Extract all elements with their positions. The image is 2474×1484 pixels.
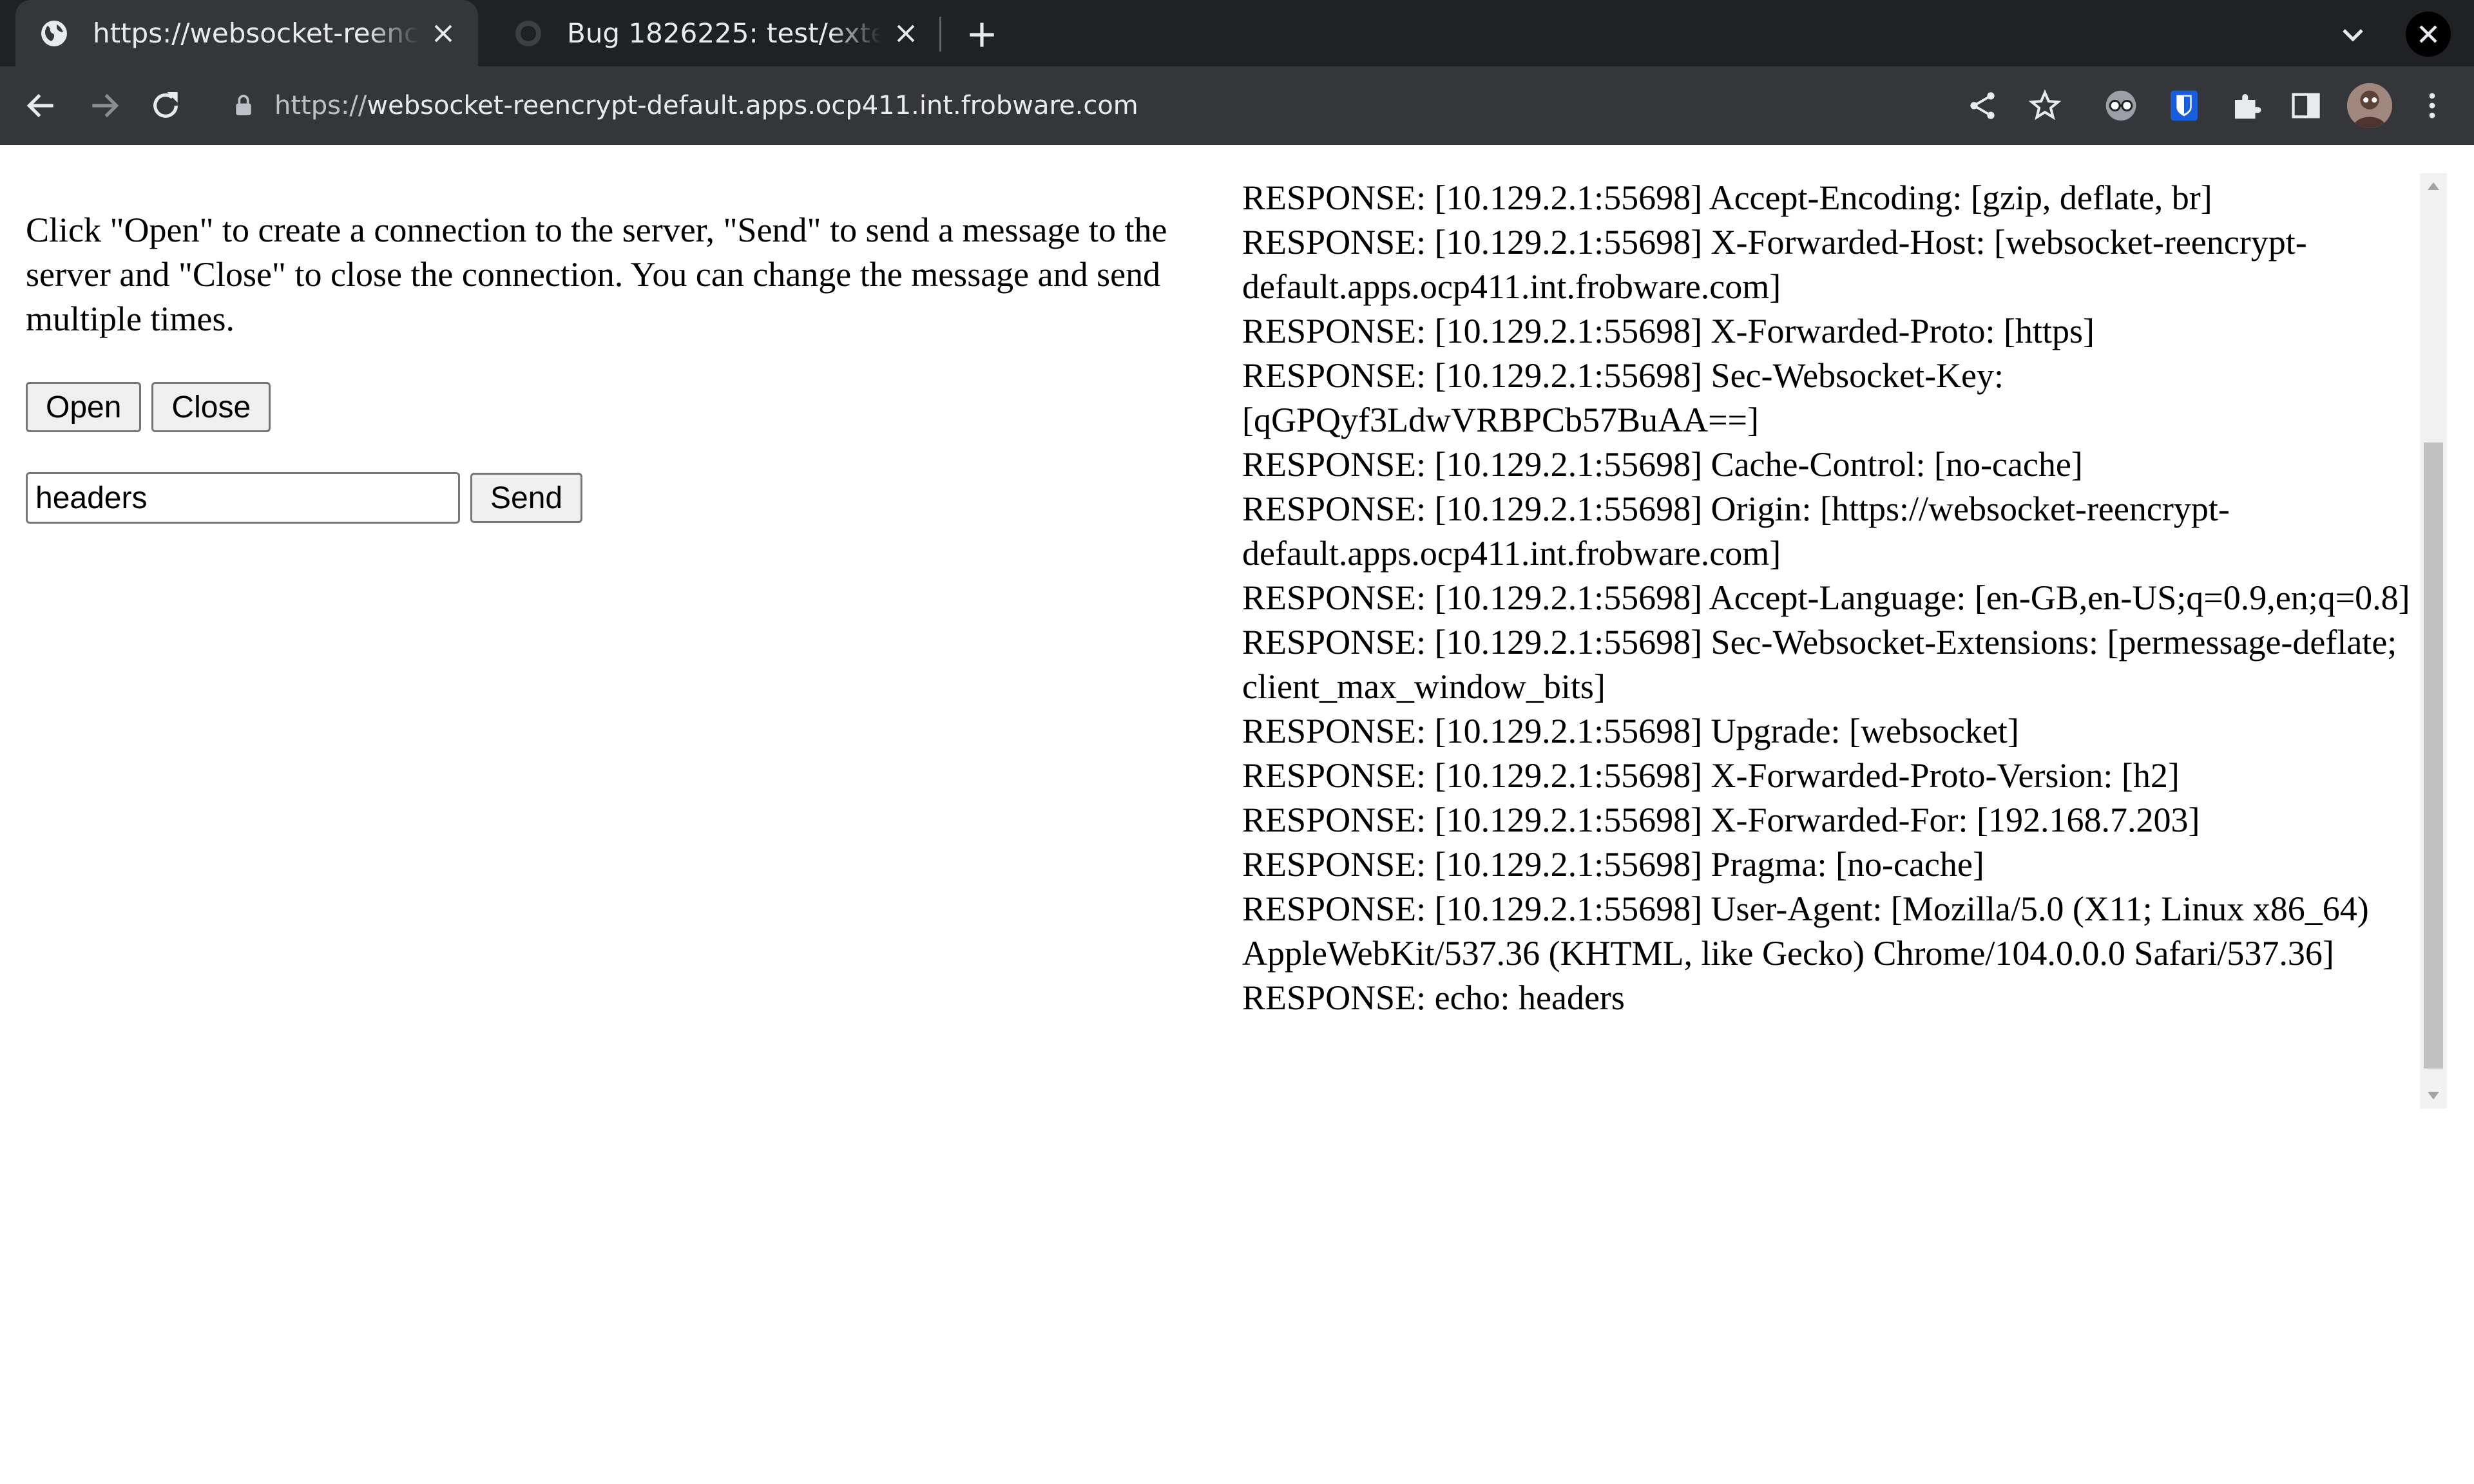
log-line: RESPONSE: [10.129.2.1:55698] Upgrade: [w…	[1242, 712, 2019, 750]
log-line: RESPONSE: [10.129.2.1:55698] User-Agent:…	[1242, 889, 2369, 973]
close-tab-icon[interactable]	[428, 18, 459, 49]
send-row: Send	[26, 472, 583, 524]
scroll-down-icon[interactable]	[2428, 1092, 2439, 1099]
tab-bug-report[interactable]: Bug 1826225: test/extended	[490, 0, 941, 66]
tab-websocket[interactable]: https://websocket-reencrypt	[15, 0, 478, 66]
scrollbar-thumb[interactable]	[2424, 442, 2443, 1069]
browser-chrome: https://websocket-reencrypt Bug 1826225:…	[0, 0, 2474, 145]
tab-separator	[939, 17, 941, 52]
close-tab-icon[interactable]	[890, 18, 921, 49]
extension-bitwarden-icon[interactable]	[2166, 88, 2202, 124]
side-panel-icon[interactable]	[2288, 88, 2324, 124]
url-host: websocket-reencrypt-default.apps.ocp411.…	[367, 91, 1138, 120]
log-line: RESPONSE: [10.129.2.1:55698] Accept-Enco…	[1242, 178, 2212, 217]
log-line: RESPONSE: [10.129.2.1:55698] Sec-Websock…	[1242, 356, 2004, 439]
menu-kebab-icon[interactable]	[2414, 88, 2450, 124]
github-icon	[515, 20, 541, 46]
url-scheme: https://	[274, 91, 367, 120]
lock-icon[interactable]	[231, 93, 256, 119]
log-line: RESPONSE: echo: headers	[1242, 978, 1625, 1017]
open-button[interactable]: Open	[26, 382, 142, 432]
forward-icon[interactable]	[86, 88, 122, 124]
toolbar: https://websocket-reencrypt-default.apps…	[0, 66, 2474, 145]
reload-icon[interactable]	[148, 88, 184, 124]
output-log[interactable]: RESPONSE: [10.129.2.1:55698] Accept-Enco…	[1242, 176, 2421, 1107]
profile-avatar[interactable]	[2347, 83, 2392, 128]
log-line: RESPONSE: [10.129.2.1:55698] Pragma: [no…	[1242, 845, 1984, 884]
new-tab-icon[interactable]	[964, 17, 1000, 53]
tab-title: https://websocket-reencrypt	[93, 17, 419, 49]
log-line: RESPONSE: [10.129.2.1:55698] Cache-Contr…	[1242, 445, 2083, 484]
close-button[interactable]: Close	[151, 382, 271, 432]
extensions-puzzle-icon[interactable]	[2229, 88, 2265, 124]
share-icon[interactable]	[1964, 88, 2000, 124]
send-button[interactable]: Send	[470, 473, 583, 523]
connection-buttons: Open Close	[26, 382, 271, 432]
log-line: RESPONSE: [10.129.2.1:55698] X-Forwarded…	[1242, 312, 2095, 350]
window-close-icon[interactable]	[2406, 12, 2451, 57]
log-line: RESPONSE: [10.129.2.1:55698] X-Forwarded…	[1242, 801, 2200, 839]
address-bar[interactable]: https://websocket-reencrypt-default.apps…	[211, 75, 1977, 136]
log-line: RESPONSE: [10.129.2.1:55698] Accept-Lang…	[1242, 578, 2410, 617]
tab-strip: https://websocket-reencrypt Bug 1826225:…	[0, 0, 2474, 66]
log-line: RESPONSE: [10.129.2.1:55698] Sec-Websock…	[1242, 623, 2397, 706]
scroll-up-icon[interactable]	[2428, 182, 2439, 190]
instructions-text: Click "Open" to create a connection to t…	[26, 211, 1167, 338]
chevron-down-icon[interactable]	[2335, 17, 2371, 53]
log-scrollbar[interactable]	[2420, 173, 2447, 1108]
bookmark-star-icon[interactable]	[2027, 88, 2063, 124]
url-text: https://websocket-reencrypt-default.apps…	[274, 91, 1138, 120]
tab-title: Bug 1826225: test/extended	[567, 17, 881, 49]
log-line: RESPONSE: [10.129.2.1:55698] X-Forwarded…	[1242, 756, 2180, 795]
message-input[interactable]	[26, 472, 460, 524]
log-line: RESPONSE: [10.129.2.1:55698] X-Forwarded…	[1242, 223, 2307, 306]
extension-glasses-icon[interactable]	[2103, 88, 2139, 124]
globe-icon	[41, 20, 67, 46]
page-content: Click "Open" to create a connection to t…	[0, 145, 2474, 1484]
back-icon[interactable]	[23, 88, 59, 124]
log-line: RESPONSE: [10.129.2.1:55698] Origin: [ht…	[1242, 490, 2230, 573]
